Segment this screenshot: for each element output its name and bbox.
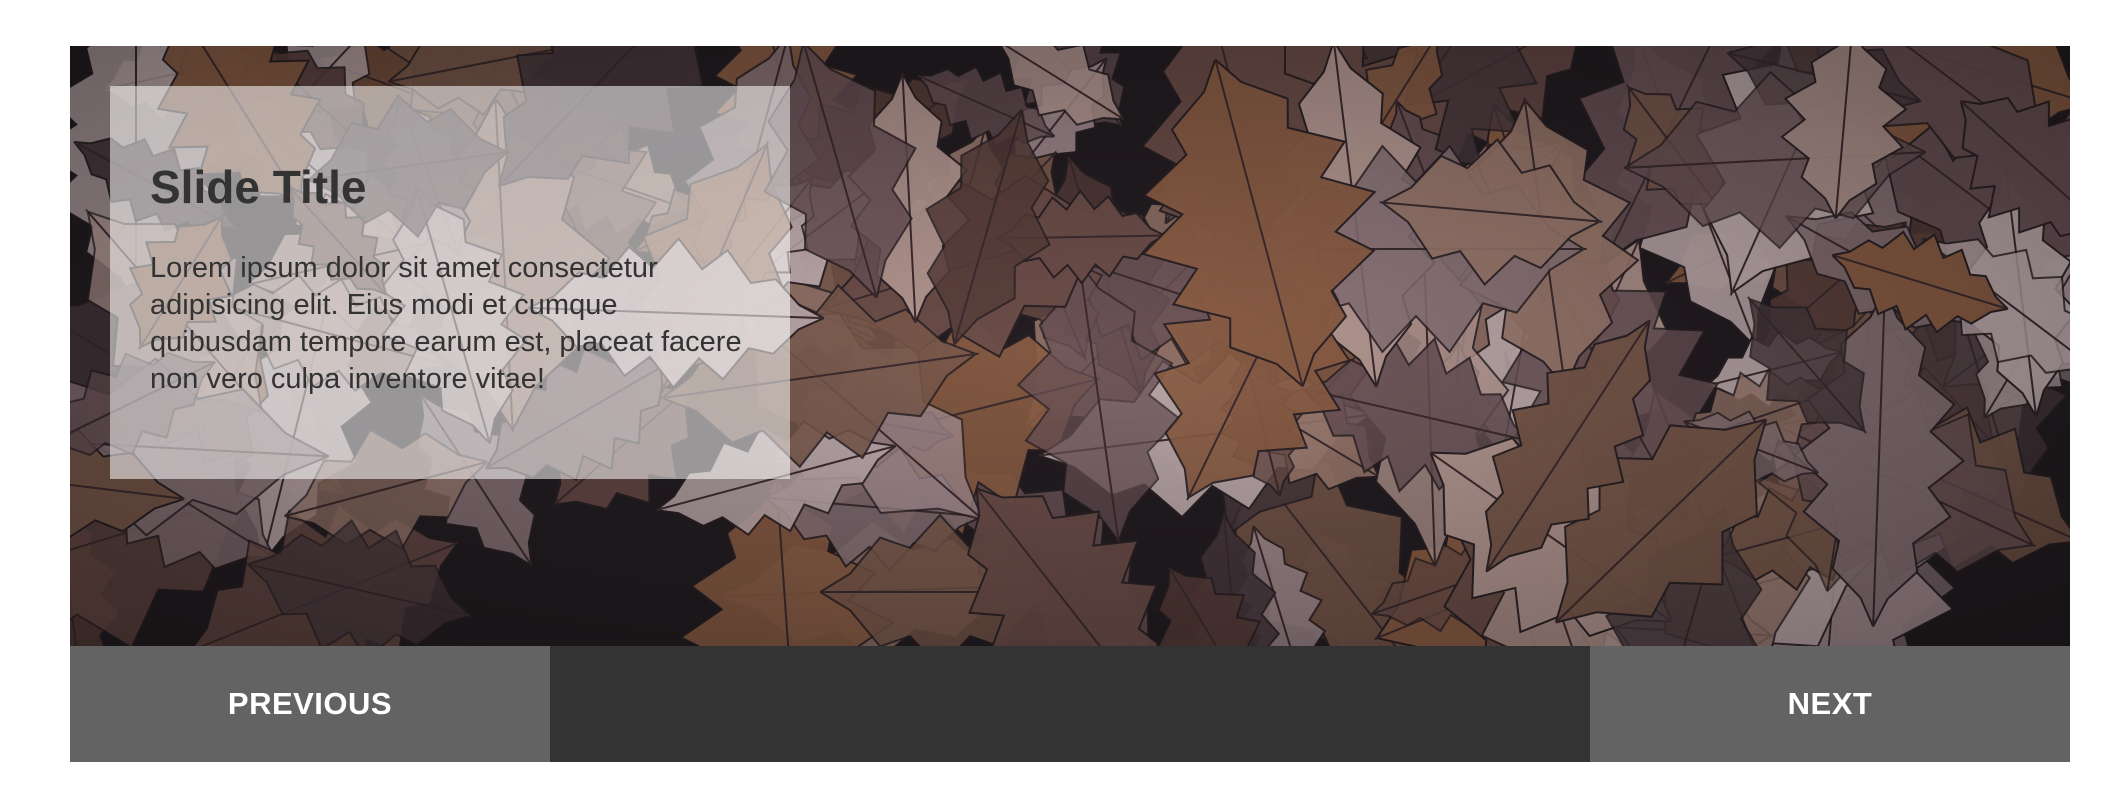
slider-controls: PREVIOUS NEXT [70, 646, 2070, 762]
slide-caption: Slide Title Lorem ipsum dolor sit amet c… [110, 86, 790, 479]
slider-carousel: Slide Title Lorem ipsum dolor sit amet c… [70, 46, 2070, 762]
next-button[interactable]: NEXT [1590, 646, 2070, 762]
slide-title: Slide Title [150, 161, 367, 213]
previous-button[interactable]: PREVIOUS [70, 646, 550, 762]
slide-text: Lorem ipsum dolor sit amet consectetur a… [150, 252, 742, 395]
slide: Slide Title Lorem ipsum dolor sit amet c… [70, 46, 2070, 646]
